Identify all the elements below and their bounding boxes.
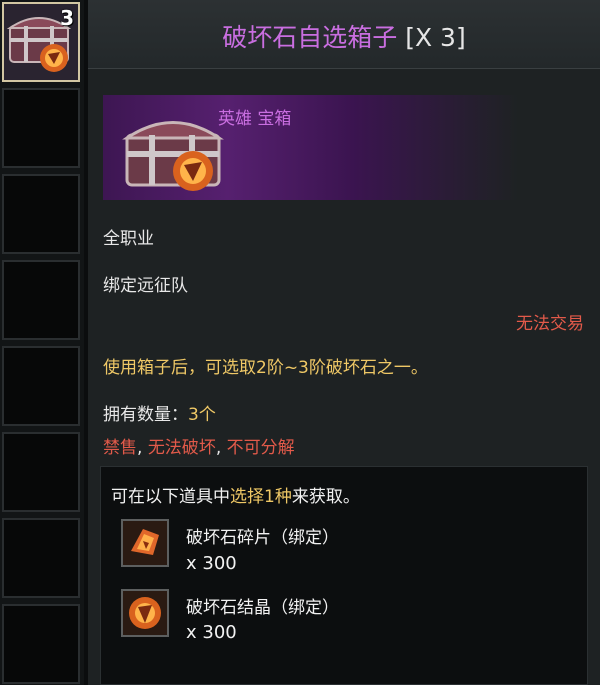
choice-instruction: 可在以下道具中选择1种来获取。 xyxy=(111,482,360,507)
inventory-slot-selected[interactable]: 3 xyxy=(2,2,80,82)
item-restrictions: 禁售, 无法破坏, 不可分解 xyxy=(103,433,295,458)
option-quantity: x 300 xyxy=(186,622,237,643)
inventory-slot[interactable] xyxy=(2,432,80,512)
inventory-slot[interactable] xyxy=(2,260,80,340)
choice-box: 可在以下道具中选择1种来获取。 破坏石碎片（绑定） x 300 破坏石结晶（绑定… xyxy=(100,466,588,685)
item-quantity-tag: [X 3] xyxy=(405,23,466,52)
destruction-stone-fragment-icon[interactable] xyxy=(121,519,169,567)
owned-quantity: 拥有数量：3个 xyxy=(103,400,216,425)
destruction-stone-crystal-icon[interactable] xyxy=(121,589,169,637)
owned-label: 拥有数量： xyxy=(103,405,188,425)
fragment-icon xyxy=(123,521,167,565)
restriction-indestructible: 无法破坏 xyxy=(147,438,216,458)
choice-suffix: 来获取。 xyxy=(291,487,360,507)
owned-value: 3个 xyxy=(188,405,216,425)
item-title: 破坏石自选箱子 [X 3] xyxy=(88,18,600,54)
option-name: 破坏石结晶（绑定） xyxy=(186,598,339,618)
inventory-slot[interactable] xyxy=(2,88,80,168)
choice-highlight: 选择1种 xyxy=(230,487,292,507)
inventory-slot[interactable] xyxy=(2,174,80,254)
option-quantity: x 300 xyxy=(186,553,237,574)
restriction-separator: , xyxy=(137,438,148,458)
restriction-separator: , xyxy=(215,438,227,458)
slot-count-badge: 3 xyxy=(60,6,74,30)
tooltip-title-bar: 破坏石自选箱子 [X 3] xyxy=(88,0,600,69)
item-trade-status: 无法交易 xyxy=(516,314,584,334)
item-binding: 绑定远征队 xyxy=(103,276,188,296)
crystal-icon xyxy=(123,591,167,635)
item-rarity: 英雄 宝箱 xyxy=(218,109,292,129)
item-description: 使用箱子后，可选取2阶~3阶破坏石之一。 xyxy=(103,358,428,378)
option-name: 破坏石碎片（绑定） xyxy=(186,528,339,548)
item-name: 破坏石自选箱子 xyxy=(222,23,398,52)
inventory-slot[interactable] xyxy=(2,518,80,598)
item-class: 全职业 xyxy=(103,229,154,249)
choice-prefix: 可在以下道具中 xyxy=(111,487,230,507)
inventory-slot[interactable] xyxy=(2,346,80,426)
restriction-no-dismantle: 不可分解 xyxy=(226,438,295,458)
item-hero-banner xyxy=(103,95,518,200)
item-tooltip: 破坏石自选箱子 [X 3] 英雄 宝箱 全职业 绑定远征队 无法交易 使用箱子后… xyxy=(88,0,600,685)
inventory-slot[interactable] xyxy=(2,604,80,684)
restriction-no-sale: 禁售 xyxy=(103,438,137,458)
inventory-column: 3 xyxy=(0,0,84,685)
chest-icon xyxy=(122,121,224,191)
